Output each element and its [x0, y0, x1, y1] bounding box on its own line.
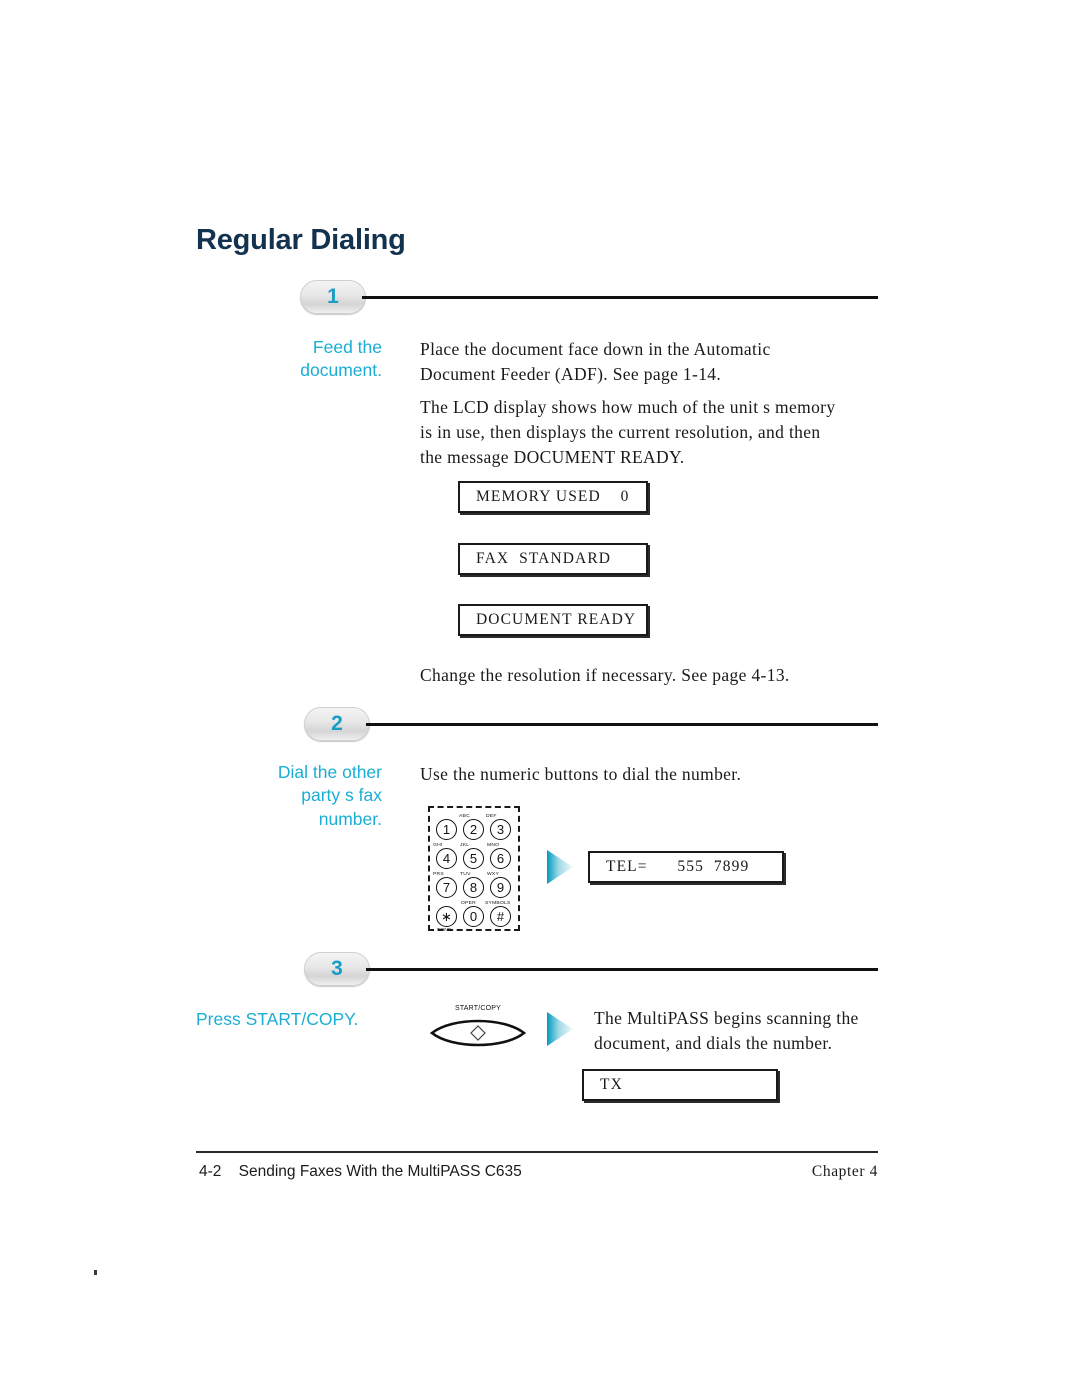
lcd-memory-used: MEMORY USED 0	[458, 481, 648, 513]
numeric-keypad[interactable]: ABC DEF 1 2 3 GHI JKL MNO 4 5 6 PRS TUV …	[428, 806, 520, 933]
lcd-document-ready: DOCUMENT READY	[458, 604, 648, 636]
key-8[interactable]: 8	[463, 877, 484, 898]
key-hash-letters: SYMBOLS	[485, 900, 511, 906]
key-0[interactable]: 0	[463, 906, 484, 927]
step-3-label: Press START/COPY.	[196, 1009, 359, 1029]
key-asterisk[interactable]: ∗	[436, 906, 457, 927]
start-copy-button[interactable]: START/COPY	[430, 1005, 526, 1051]
lcd-tel-text: TEL= 555 7899	[606, 858, 750, 875]
key-6-letters: MNO	[487, 842, 500, 848]
key-6[interactable]: 6	[490, 848, 511, 869]
flow-arrow-icon	[547, 850, 573, 884]
step-1-paragraph-2: The LCD display shows how much of the un…	[420, 397, 836, 467]
step-1-label: Feed the document.	[300, 337, 382, 381]
lcd-tel: TEL= 555 7899	[588, 851, 784, 883]
key-0-letters: OPER	[461, 900, 476, 906]
lcd-fax-standard-text: FAX STANDARD	[476, 550, 612, 567]
key-3-letters: DEF	[486, 813, 497, 819]
lcd-document-ready-text: DOCUMENT READY	[476, 611, 637, 628]
lcd-tx: TX	[582, 1069, 778, 1101]
step-3-marker: 3	[304, 952, 878, 988]
step-2-number: 2	[331, 711, 343, 735]
start-copy-button-label: START/COPY	[454, 1005, 502, 1012]
key-2-letters: ABC	[459, 813, 470, 819]
lcd-tx-text: TX	[600, 1076, 623, 1093]
key-5-letters: JKL	[460, 842, 470, 848]
step-2-marker: 2	[304, 707, 878, 743]
step-1-rule	[362, 296, 878, 299]
footer-page-number: 4-2	[199, 1163, 222, 1180]
footer-title: Sending Faxes With the MultiPASS C635	[238, 1163, 522, 1180]
step-1-paragraph-1: Place the document face down in the Auto…	[420, 339, 771, 384]
step-2-rule	[366, 723, 878, 726]
footer-divider	[196, 1151, 878, 1153]
footer-left: 4-2 Sending Faxes With the MultiPASS C63…	[199, 1163, 522, 1181]
page-title: Regular Dialing	[196, 224, 406, 256]
key-3[interactable]: 3	[490, 819, 511, 840]
step-3-paragraph-1: The MultiPASS begins scanning the docume…	[594, 1008, 859, 1053]
key-2[interactable]: 2	[463, 819, 484, 840]
step-1-paragraph-3: Change the resolution if necessary. See …	[420, 665, 790, 685]
key-4[interactable]: 4	[436, 848, 457, 869]
document-page: Regular Dialing 1 Feed the document. Pla…	[0, 0, 1080, 1397]
lcd-memory-used-text: MEMORY USED 0	[476, 488, 630, 505]
key-5[interactable]: 5	[463, 848, 484, 869]
footer-chapter: Chapter 4	[811, 1163, 878, 1180]
key-hash[interactable]: #	[490, 906, 511, 927]
key-9[interactable]: 9	[490, 877, 511, 898]
key-tone-label: TONE	[437, 927, 452, 933]
page-artifact-speck	[94, 1270, 97, 1275]
key-8-letters: TUV	[460, 871, 471, 877]
step-3-rule	[366, 968, 878, 971]
step-3-number: 3	[331, 956, 343, 980]
flow-arrow-icon-2	[547, 1012, 573, 1046]
step-2-label: Dial the other party s fax number.	[277, 762, 382, 829]
step-1-marker: 1	[300, 280, 878, 316]
step-2-badge: 2	[304, 707, 370, 741]
key-7[interactable]: 7	[436, 877, 457, 898]
key-9-letters: WXY	[487, 871, 499, 877]
lcd-fax-standard: FAX STANDARD	[458, 543, 648, 575]
key-4-letters: GHI	[433, 842, 443, 848]
step-3-badge: 3	[304, 952, 370, 986]
key-7-letters: PRS	[433, 871, 444, 877]
step-1-badge: 1	[300, 280, 366, 314]
step-1-number: 1	[327, 284, 339, 308]
key-1[interactable]: 1	[436, 819, 457, 840]
step-2-paragraph-1: Use the numeric buttons to dial the numb…	[420, 764, 742, 784]
